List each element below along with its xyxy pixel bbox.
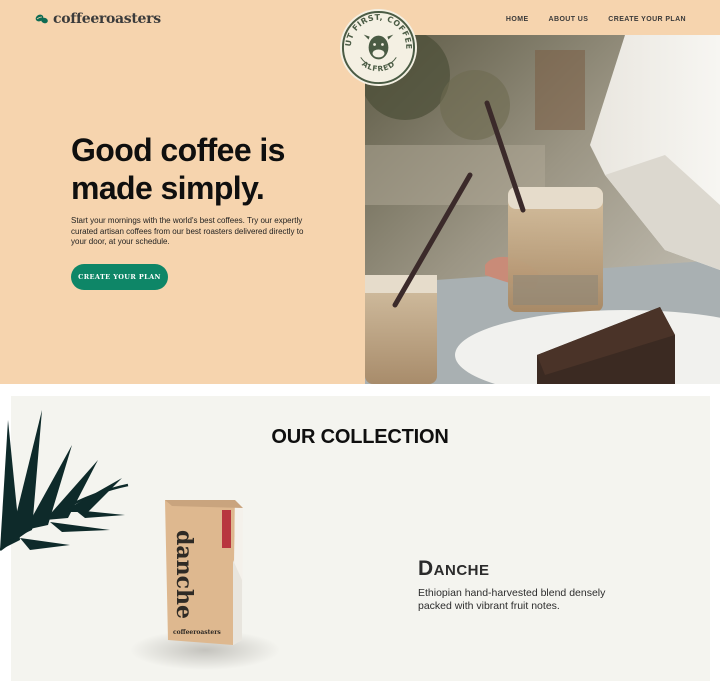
palm-leaf-icon (0, 410, 129, 552)
bag-label: danche (171, 530, 197, 619)
iced-coffee-image (365, 35, 720, 384)
hero-photo (365, 35, 720, 384)
coffee-bag-image: danche coffeeroasters (130, 500, 280, 670)
danche-bag[interactable]: danche coffeeroasters (130, 490, 290, 680)
hero-description: Start your mornings with the world's bes… (71, 216, 304, 246)
nav-about-us[interactable]: ABOUT US (549, 16, 589, 23)
headline-line-1: Good coffee is (71, 132, 285, 168)
headline-line-2: made simply. (71, 170, 265, 206)
nav-home[interactable]: HOME (506, 16, 529, 23)
product-description: Ethiopian hand-harvested blend densely p… (418, 587, 606, 612)
alfred-badge: BUT FIRST, COFFEE. ALFRED (336, 1, 418, 87)
cow-badge-icon: BUT FIRST, COFFEE. ALFRED (336, 1, 418, 87)
hero-section: BUT FIRST, COFFEE. ALFRED coffeeroasters… (0, 0, 720, 384)
coffee-bean-icon (35, 14, 48, 24)
brand-logo[interactable]: coffeeroasters (35, 11, 161, 27)
create-plan-button[interactable]: Create your plan (71, 264, 168, 290)
hero-headline: Good coffee is made simply. (71, 131, 341, 207)
main-nav: HOME ABOUT US CREATE YOUR PLAN (506, 16, 686, 23)
brand-name: coffeeroasters (53, 11, 161, 27)
bag-brand: coffeeroasters (173, 629, 221, 636)
nav-create-plan[interactable]: CREATE YOUR PLAN (608, 16, 686, 23)
product-name: Danche (418, 557, 490, 580)
